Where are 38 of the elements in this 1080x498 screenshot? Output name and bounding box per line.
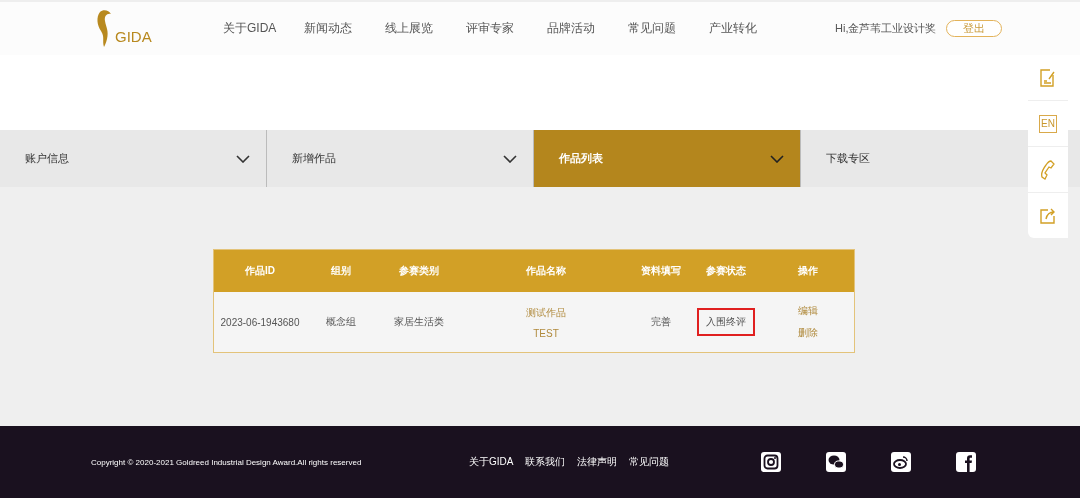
nav-link[interactable]: 常见问题: [628, 20, 705, 37]
copyright-text: Copyright © 2020-2021 Goldreed Industrial Design Award.All rights reserved: [91, 457, 363, 467]
column-header: 作品ID: [244, 264, 276, 278]
nav-link[interactable]: 品牌活动: [547, 20, 624, 37]
table-cell-text: 家居生活类: [392, 315, 445, 329]
work-name-text: 测试作品: [526, 305, 566, 320]
logo-icon: [95, 8, 113, 49]
greeting-text: Hi,金芦苇工业设计奖: [835, 21, 937, 36]
chevron-down-icon: [236, 154, 250, 163]
wechat-icon[interactable]: [826, 452, 846, 472]
table-cell-text: 完善: [650, 315, 672, 329]
work-name-text: TEST: [533, 327, 559, 339]
tab[interactable]: 账户信息: [0, 130, 267, 187]
chevron-down-icon: [503, 154, 517, 163]
nav-link[interactable]: 产业转化: [709, 20, 786, 37]
column-header: 组别: [330, 264, 352, 278]
facebook-icon[interactable]: [956, 452, 976, 472]
instagram-icon[interactable]: [761, 452, 781, 472]
footer-link[interactable]: 联系我们: [525, 455, 566, 469]
nav-link[interactable]: 新闻动态: [304, 20, 381, 37]
column-header: 参赛状态: [705, 264, 747, 278]
tab[interactable]: 下载专区: [801, 130, 1080, 187]
nav-link[interactable]: 评审专家: [466, 20, 543, 37]
nav-link[interactable]: 线上展览: [385, 20, 462, 37]
footer-link[interactable]: 法律声明: [577, 455, 618, 469]
column-header: 参赛类别: [397, 264, 440, 278]
footer-link[interactable]: 常见问题: [629, 455, 670, 469]
column-header: 作品名称: [525, 264, 567, 278]
table-cell-text: 2023-06-1943680: [219, 316, 301, 328]
column-header: 操作: [796, 264, 819, 278]
logo-text: GIDA: [115, 27, 152, 45]
status-text: 入围终评: [697, 308, 755, 336]
table-cell-text: 概念组: [325, 315, 357, 329]
footer-link[interactable]: 关于GIDA: [469, 455, 514, 469]
weibo-icon[interactable]: [891, 452, 911, 472]
nav-link[interactable]: 关于GIDA: [223, 20, 300, 37]
column-header: 资料填写: [640, 264, 682, 278]
chevron-down-icon: [770, 154, 784, 163]
